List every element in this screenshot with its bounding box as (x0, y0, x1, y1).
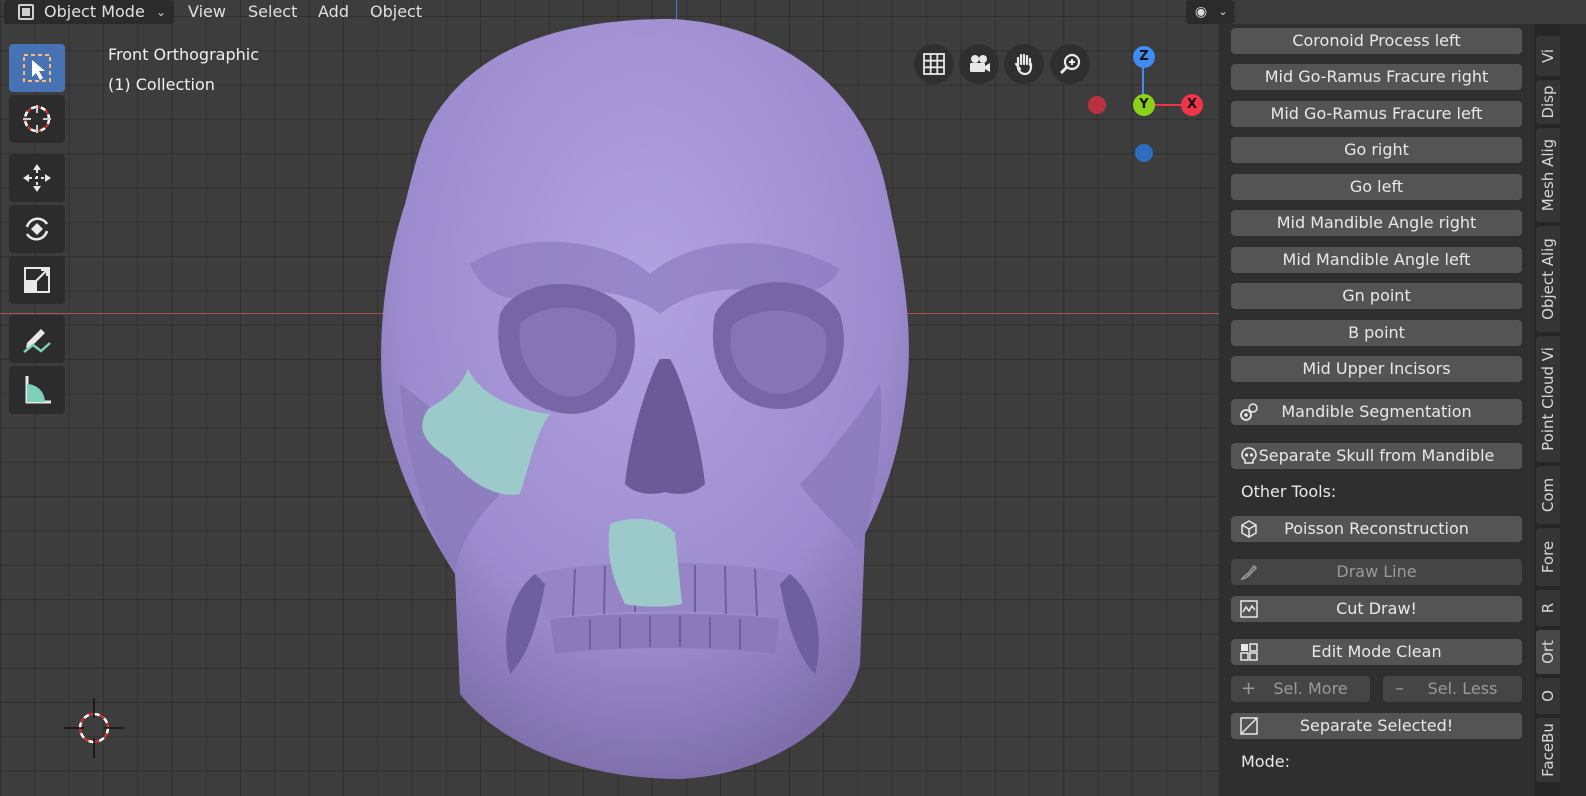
tab-o[interactable]: O (1536, 678, 1560, 714)
poisson-reconstruction-button[interactable]: Poisson Reconstruction (1231, 516, 1522, 542)
cut-draw-button[interactable]: Cut Draw! (1231, 596, 1522, 622)
segmentation-icon (1240, 403, 1258, 421)
panel-scrollbar[interactable] (1560, 24, 1586, 796)
gizmo-neg-x-axis[interactable] (1088, 96, 1106, 114)
tab-fore[interactable]: Fore (1536, 528, 1560, 586)
tab-mesh-alig[interactable]: Mesh Alig (1536, 128, 1560, 222)
tab-point-cloud-vi[interactable]: Point Cloud Vi (1536, 336, 1560, 462)
toggle-ortho-button[interactable] (914, 44, 954, 84)
rotate-icon (25, 217, 49, 241)
menu-select[interactable]: Select (240, 0, 305, 24)
sel-less-label: Sel. Less (1427, 679, 1498, 698)
other-tools-label: Other Tools: (1241, 482, 1337, 501)
tab-com[interactable]: Com (1536, 466, 1560, 524)
move-tool[interactable] (9, 154, 65, 202)
zoom-icon (1059, 53, 1081, 75)
visibility-dropdown[interactable]: ◉ ⌄ (1186, 0, 1234, 24)
go-left-button[interactable]: Go left (1231, 174, 1522, 200)
menu-object[interactable]: Object (362, 0, 430, 24)
menu-view[interactable]: View (180, 0, 234, 24)
go-right-button[interactable]: Go right (1231, 137, 1522, 163)
sidebar-tabs: Vi Disp Mesh Alig Object Alig Point Clou… (1534, 24, 1560, 796)
menu-add[interactable]: Add (310, 0, 357, 24)
poisson-label: Poisson Reconstruction (1284, 519, 1469, 538)
move-icon (23, 164, 51, 192)
sel-more-label: Sel. More (1273, 679, 1348, 698)
3d-cursor-marker (64, 698, 124, 758)
separate-skull-label: Separate Skull from Mandible (1258, 446, 1495, 465)
gizmo-neg-z-axis[interactable] (1135, 144, 1153, 162)
mid-upper-incisors-button[interactable]: Mid Upper Incisors (1231, 356, 1522, 382)
rotate-tool[interactable] (9, 205, 65, 253)
tab-facebu[interactable]: FaceBu (1536, 718, 1560, 782)
cut-draw-icon (1240, 600, 1258, 618)
zoom-view-button[interactable] (1050, 44, 1090, 84)
edit-mode-clean-button[interactable]: Edit Mode Clean (1231, 639, 1522, 665)
draw-line-icon (1240, 564, 1258, 581)
select-box-tool[interactable] (9, 44, 65, 92)
edit-mode-clean-label: Edit Mode Clean (1311, 642, 1442, 661)
cut-draw-label: Cut Draw! (1336, 599, 1417, 618)
mandible-segmentation-label: Mandible Segmentation (1281, 402, 1472, 421)
plus-icon: + (1241, 678, 1257, 699)
mid-go-ramus-right-button[interactable]: Mid Go-Ramus Fracure right (1231, 64, 1522, 90)
b-point-button[interactable]: B point (1231, 320, 1522, 346)
separate-icon (1240, 717, 1258, 735)
sel-more-button[interactable]: + Sel. More (1231, 676, 1370, 702)
tab-ort[interactable]: Ort (1536, 630, 1560, 674)
gizmo-z-axis[interactable]: Z (1133, 46, 1155, 68)
3d-viewport[interactable]: Object Mode ⌄ View Select Add Object ◉ ⌄… (0, 0, 1236, 796)
mode-label: Mode: (1241, 752, 1290, 771)
sidebar-panel: Coronoid Process left Mid Go-Ramus Fracu… (1219, 24, 1534, 796)
skull-icon (1241, 447, 1257, 464)
pan-view-button[interactable] (1004, 44, 1044, 84)
chevron-down-icon: ⌄ (155, 5, 166, 19)
collection-name: (1) Collection (108, 75, 215, 94)
tab-r[interactable]: R (1536, 590, 1560, 626)
mid-mandible-angle-right-button[interactable]: Mid Mandible Angle right (1231, 210, 1522, 236)
camera-view-button[interactable] (959, 44, 999, 84)
viewport-header: Object Mode ⌄ View Select Add Object ◉ ⌄ (0, 0, 1236, 24)
coronoid-left-button[interactable]: Coronoid Process left (1231, 28, 1522, 54)
annotate-tool[interactable] (9, 315, 65, 363)
select-box-icon (23, 54, 51, 82)
tab-vi[interactable]: Vi (1536, 36, 1560, 76)
measure-tool[interactable] (9, 366, 65, 414)
cursor-tool[interactable] (9, 95, 65, 143)
gn-point-button[interactable]: Gn point (1231, 283, 1522, 309)
mid-go-ramus-left-button[interactable]: Mid Go-Ramus Fracure left (1231, 101, 1522, 127)
hand-icon (1014, 53, 1033, 76)
measure-icon (25, 376, 51, 404)
mandible-segmentation-button[interactable]: Mandible Segmentation (1231, 399, 1522, 425)
view-name: Front Orthographic (108, 45, 260, 64)
gizmo-x-axis[interactable]: X (1181, 94, 1203, 116)
gizmo-y-axis[interactable]: Y (1133, 94, 1155, 116)
minus-icon: – (1395, 678, 1404, 699)
camera-icon (970, 55, 990, 72)
mode-label: Object Mode (44, 2, 145, 21)
mid-mandible-angle-left-button[interactable]: Mid Mandible Angle left (1231, 247, 1522, 273)
eye-icon: ◉ (1194, 4, 1208, 20)
scale-icon (24, 267, 50, 293)
draw-line-label: Draw Line (1336, 562, 1417, 581)
sel-less-button[interactable]: – Sel. Less (1383, 676, 1522, 702)
separate-skull-button[interactable]: Separate Skull from Mandible (1231, 443, 1522, 469)
grid-icon (923, 53, 945, 75)
draw-line-button[interactable]: Draw Line (1231, 559, 1522, 585)
tab-disp[interactable]: Disp (1536, 80, 1560, 124)
mesh-icon (1241, 520, 1257, 538)
chevron-down-icon: ⌄ (1218, 5, 1228, 18)
3d-cursor-icon (23, 105, 51, 133)
separate-selected-label: Separate Selected! (1299, 716, 1454, 735)
separate-selected-button[interactable]: Separate Selected! (1231, 713, 1522, 739)
scale-tool[interactable] (9, 256, 65, 304)
skull-model[interactable] (360, 14, 920, 784)
object-mode-icon (18, 4, 34, 20)
pencil-icon (23, 329, 51, 353)
edit-mode-icon (1240, 643, 1258, 661)
tab-object-alig[interactable]: Object Alig (1536, 226, 1560, 332)
mode-dropdown[interactable]: Object Mode ⌄ (4, 0, 174, 24)
